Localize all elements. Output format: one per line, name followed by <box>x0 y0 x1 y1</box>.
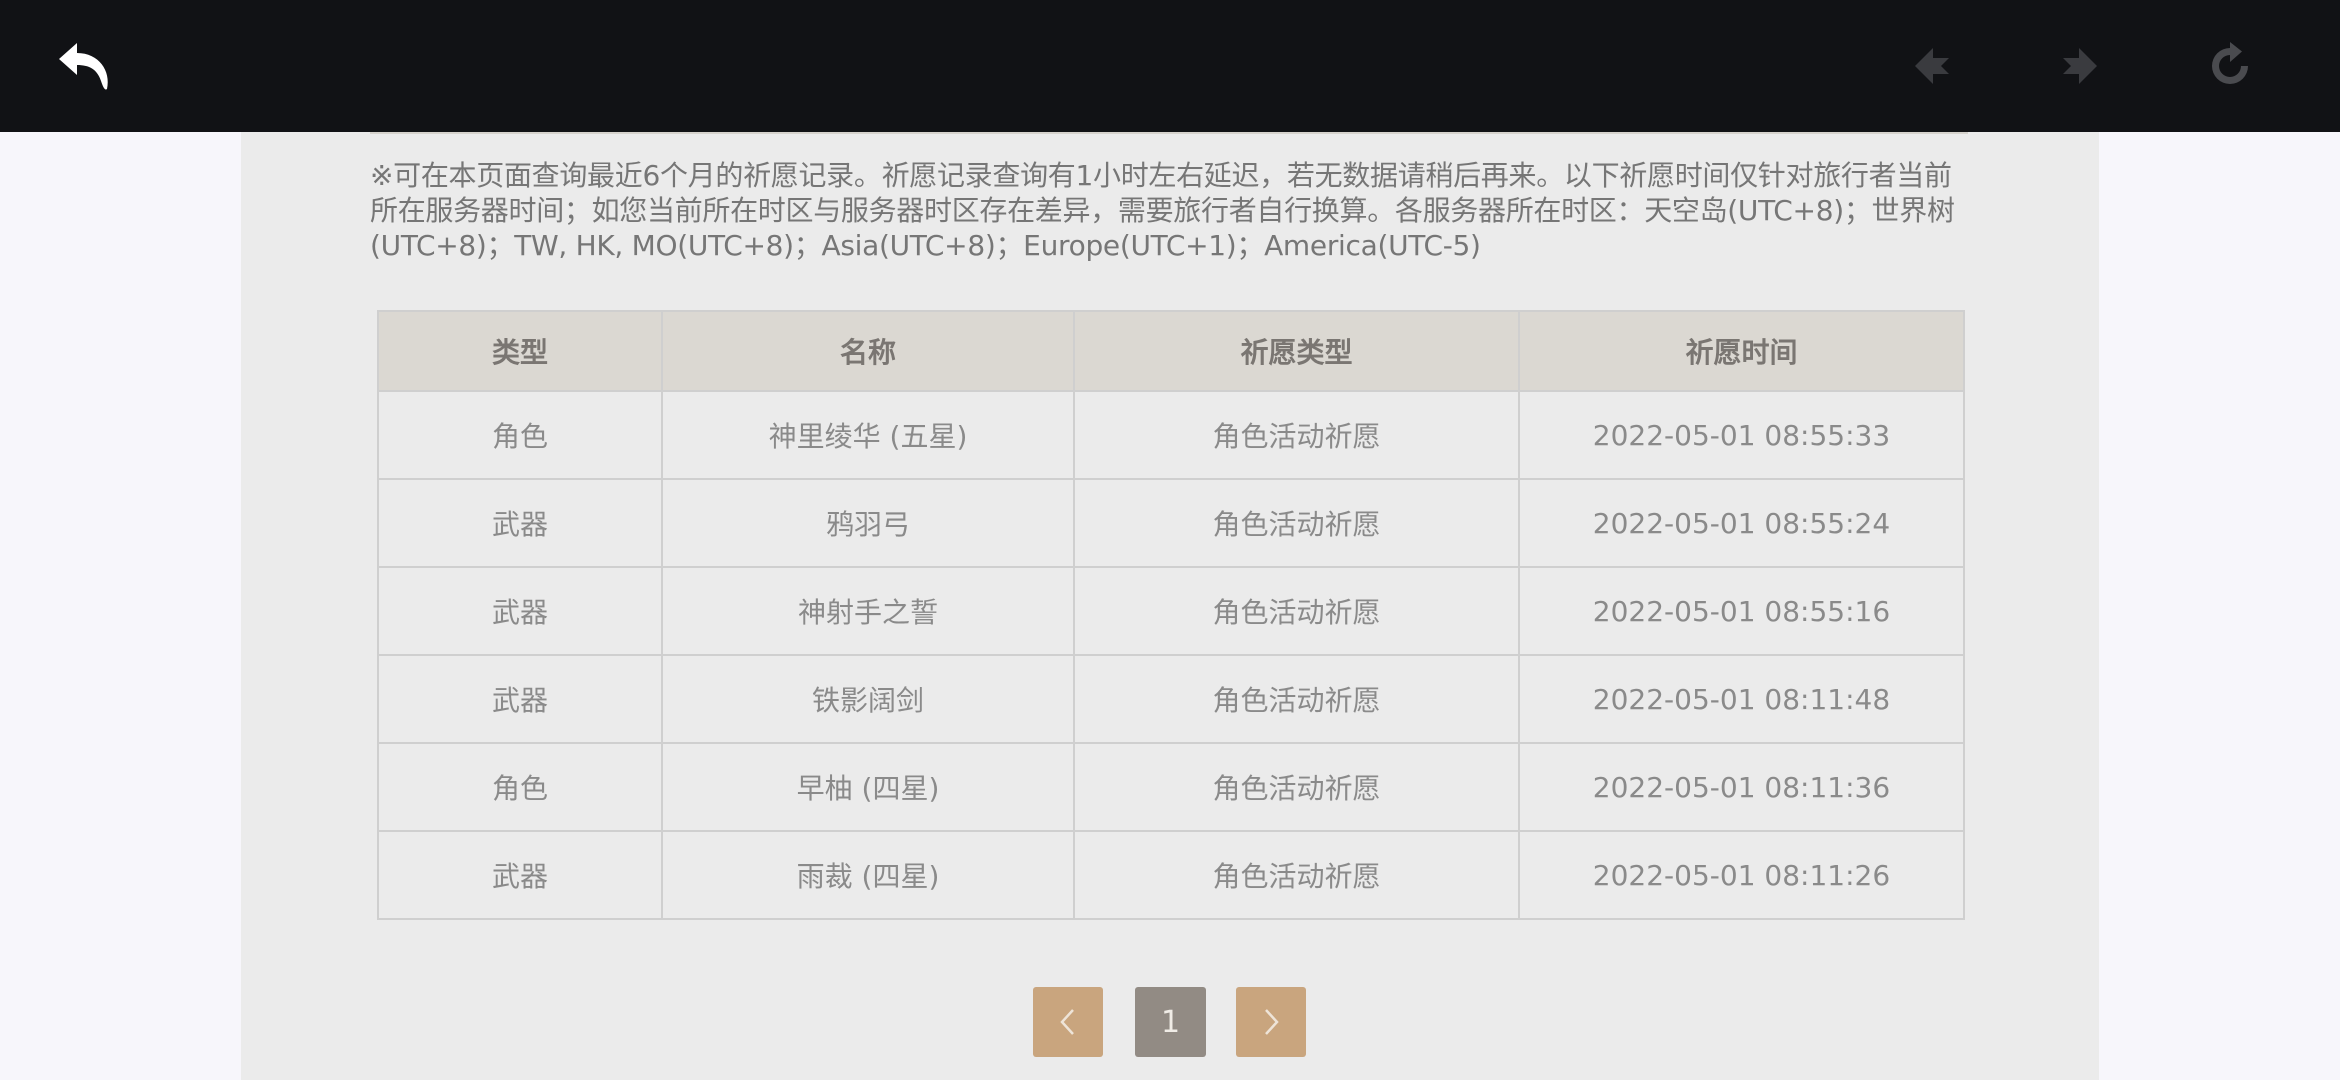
table-row: 武器 铁影阔剑 角色活动祈愿 2022-05-01 08:11:48 <box>377 654 1965 744</box>
previous-page-button[interactable] <box>1033 987 1103 1057</box>
cell-type: 武器 <box>377 478 663 568</box>
cell-type: 武器 <box>377 654 663 744</box>
cell-type: 武器 <box>377 566 663 656</box>
table-header-row: 类型 名称 祈愿类型 祈愿时间 <box>377 310 1965 392</box>
header-type: 类型 <box>377 310 663 392</box>
next-page-button[interactable] <box>1236 987 1306 1057</box>
reload-icon <box>2212 42 2248 84</box>
table-row: 武器 神射手之誓 角色活动祈愿 2022-05-01 08:55:16 <box>377 566 1965 656</box>
cell-time: 2022-05-01 08:11:48 <box>1518 654 1965 744</box>
cell-wish-type: 角色活动祈愿 <box>1073 742 1520 832</box>
cell-time: 2022-05-01 08:55:24 <box>1518 478 1965 568</box>
wish-records-table: 类型 名称 祈愿类型 祈愿时间 角色 神里绫华 (五星) 角色活动祈愿 2022… <box>377 310 1965 920</box>
current-page-indicator[interactable]: 1 <box>1135 987 1206 1057</box>
cell-name: 铁影阔剑 <box>661 654 1075 744</box>
cell-wish-type: 角色活动祈愿 <box>1073 830 1520 920</box>
cell-wish-type: 角色活动祈愿 <box>1073 566 1520 656</box>
cell-name: 神射手之誓 <box>661 566 1075 656</box>
back-button[interactable] <box>54 36 114 96</box>
nav-next-icon <box>2063 48 2097 84</box>
cell-type: 武器 <box>377 830 663 920</box>
header-name: 名称 <box>661 310 1075 392</box>
cell-time: 2022-05-01 08:55:16 <box>1518 566 1965 656</box>
cell-wish-type: 角色活动祈愿 <box>1073 390 1520 480</box>
nav-prev-icon <box>1915 48 1949 84</box>
header-wish-type: 祈愿类型 <box>1073 310 1520 392</box>
cell-wish-type: 角色活动祈愿 <box>1073 478 1520 568</box>
cell-name: 早柚 (四星) <box>661 742 1075 832</box>
timezone-notice: ※可在本页面查询最近6个月的祈愿记录。祈愿记录查询有1小时左右延迟，若无数据请稍… <box>370 159 1955 262</box>
cell-time: 2022-05-01 08:11:36 <box>1518 742 1965 832</box>
chevron-right-icon <box>1265 1009 1279 1035</box>
page-forward-button[interactable] <box>2050 36 2110 96</box>
reload-button[interactable] <box>2200 36 2260 96</box>
cell-time: 2022-05-01 08:11:26 <box>1518 830 1965 920</box>
table-row: 武器 雨裁 (四星) 角色活动祈愿 2022-05-01 08:11:26 <box>377 830 1965 920</box>
cell-type: 角色 <box>377 390 663 480</box>
table-row: 武器 鸦羽弓 角色活动祈愿 2022-05-01 08:55:24 <box>377 478 1965 568</box>
cell-wish-type: 角色活动祈愿 <box>1073 654 1520 744</box>
cell-name: 雨裁 (四星) <box>661 830 1075 920</box>
cell-name: 神里绫华 (五星) <box>661 390 1075 480</box>
header-wish-time: 祈愿时间 <box>1518 310 1965 392</box>
table-row: 角色 神里绫华 (五星) 角色活动祈愿 2022-05-01 08:55:33 <box>377 390 1965 480</box>
cell-time: 2022-05-01 08:55:33 <box>1518 390 1965 480</box>
chevron-left-icon <box>1060 1009 1074 1035</box>
page-back-button[interactable] <box>1902 36 1962 96</box>
table-row: 角色 早柚 (四星) 角色活动祈愿 2022-05-01 08:11:36 <box>377 742 1965 832</box>
cell-name: 鸦羽弓 <box>661 478 1075 568</box>
back-arrow-icon <box>59 43 108 90</box>
divider <box>370 132 1968 134</box>
cell-type: 角色 <box>377 742 663 832</box>
top-bar <box>0 0 2340 132</box>
